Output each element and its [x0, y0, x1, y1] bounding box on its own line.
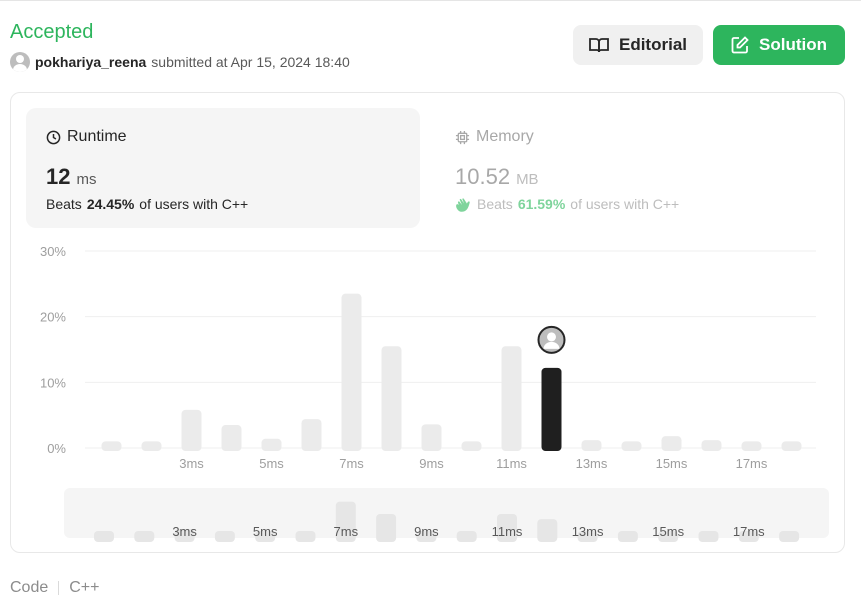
memory-value: 10.52 MB: [455, 164, 539, 190]
memory-number: 10.52: [455, 164, 511, 189]
clock-icon: [46, 130, 61, 144]
memory-beats-suffix: of users with C++: [570, 196, 680, 212]
runtime-beats: Beats 24.45% of users with C++: [46, 196, 248, 212]
code-section-header: Code C++: [10, 578, 100, 598]
memory-unit: MB: [516, 171, 539, 188]
editorial-button[interactable]: Editorial: [573, 25, 703, 65]
memory-card[interactable]: Memory 10.52 MB Beats 61.59% of users wi…: [435, 108, 829, 228]
book-open-icon: [589, 38, 609, 53]
runtime-label: Runtime: [67, 128, 127, 145]
runtime-card[interactable]: Runtime 12 ms Beats 24.45% of users with…: [26, 108, 420, 228]
submitted-time: submitted at Apr 15, 2024 18:40: [151, 54, 350, 70]
code-language[interactable]: C++: [69, 579, 99, 597]
memory-label: Memory: [476, 128, 534, 145]
solution-button[interactable]: Solution: [713, 25, 845, 65]
memory-beats-pct: 61.59%: [517, 196, 566, 212]
user-avatar-icon[interactable]: [10, 52, 30, 72]
clap-icon: [456, 198, 470, 212]
chip-icon: [455, 130, 470, 144]
memory-beats-prefix: Beats: [477, 196, 513, 212]
editorial-label: Editorial: [618, 35, 687, 54]
solution-label: Solution: [759, 35, 827, 54]
runtime-beats-suffix: of users with C++: [139, 196, 249, 212]
submission-meta: pokhariya_reena submitted at Apr 15, 202…: [10, 52, 350, 72]
runtime-beats-prefix: Beats: [46, 196, 82, 212]
runtime-number: 12: [46, 164, 71, 189]
edit-icon: [731, 36, 749, 54]
memory-beats: Beats 61.59% of users with C++: [455, 196, 679, 212]
username-link[interactable]: pokhariya_reena: [35, 54, 146, 70]
top-divider: [0, 0, 861, 1]
runtime-beats-pct: 24.45%: [86, 196, 135, 212]
runtime-unit: ms: [76, 171, 97, 188]
code-label: Code: [10, 579, 49, 596]
runtime-value: 12 ms: [46, 164, 96, 190]
submission-status: Accepted: [10, 21, 94, 43]
code-separator: [58, 581, 60, 595]
